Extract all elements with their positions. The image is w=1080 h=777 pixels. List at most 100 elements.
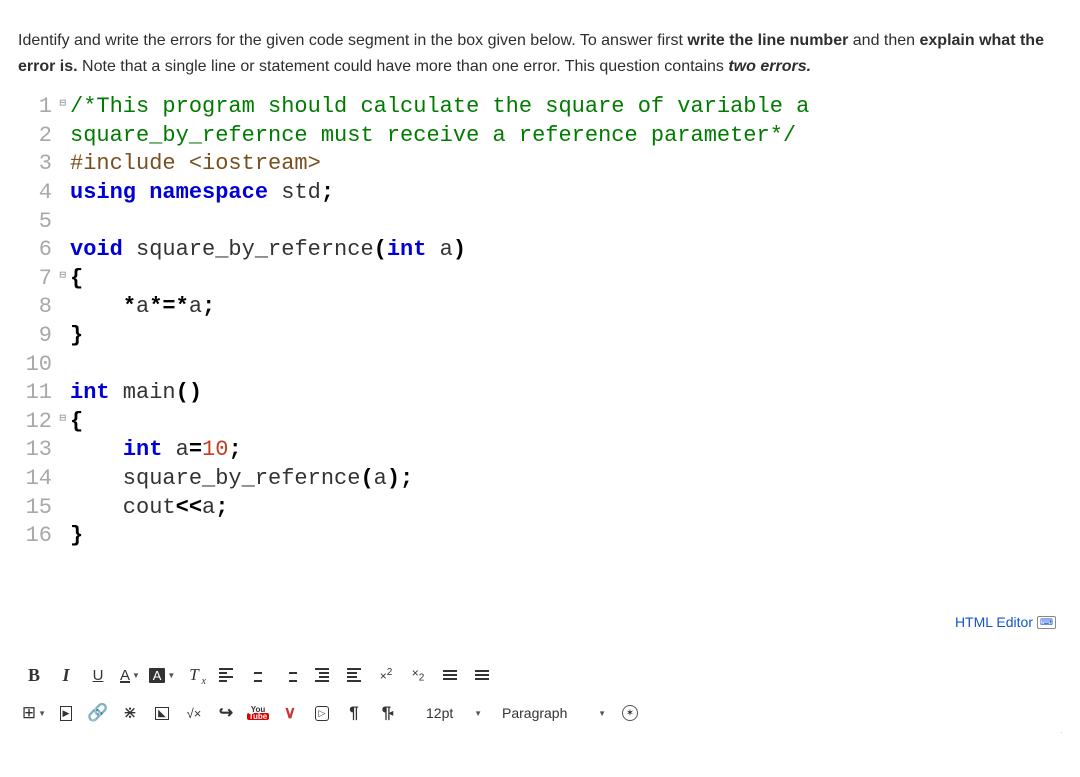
html-editor-link[interactable]: HTML Editor ⌨	[955, 614, 1056, 630]
table-icon: ⊞	[22, 703, 36, 723]
accessibility-icon: ✶	[622, 705, 638, 721]
code-content	[54, 351, 70, 380]
font-size-value: 12pt	[426, 705, 453, 721]
youtube-icon: YouTube	[247, 706, 270, 720]
line-number: 12⊟	[18, 408, 54, 437]
image-button[interactable]: ◣	[148, 700, 176, 726]
html-editor-label: HTML Editor	[955, 614, 1033, 630]
line-number: 1⊟	[18, 93, 54, 122]
code-line: 6void square_by_refernce(int a)	[18, 236, 1062, 265]
q-text-3: Note that a single line or statement cou…	[78, 58, 729, 75]
accessibility-button[interactable]: ✶	[616, 700, 644, 726]
code-line: 14 square_by_refernce(a);	[18, 465, 1062, 494]
redo-arrow-icon: ↪	[219, 703, 233, 723]
align-center-button[interactable]	[244, 662, 272, 688]
chevron-down-icon: ▼	[132, 671, 140, 680]
code-content: square_by_refernce(a);	[54, 465, 413, 494]
code-content: cout<<a;	[54, 494, 228, 523]
code-content: {	[54, 408, 83, 437]
code-line: 3#include <iostream>	[18, 150, 1062, 179]
line-number: 14	[18, 465, 54, 494]
chevron-down-icon: ▼	[598, 709, 606, 718]
link-button[interactable]: 🔗	[84, 700, 112, 726]
question-prompt: Identify and write the errors for the gi…	[18, 28, 1062, 79]
line-number: 2	[18, 122, 54, 151]
code-content: {	[54, 265, 83, 294]
line-number: 6	[18, 236, 54, 265]
italic-button[interactable]: I	[52, 662, 80, 688]
toolbar-row-2: ⊞▼ ▶ 🔗 ⋇ ◣ √× ↪ YouTube ∨ ▷ ¶ ¶◂ 12pt ▼ …	[18, 694, 1062, 732]
code-content: using namespace std;	[54, 179, 334, 208]
code-content: int a=10;	[54, 436, 242, 465]
vee-button[interactable]: ∨	[276, 700, 304, 726]
code-line: 2square_by_refernce must receive a refer…	[18, 122, 1062, 151]
code-line: 16}	[18, 522, 1062, 551]
vee-icon: ∨	[284, 703, 296, 723]
keyboard-icon: ⌨	[1037, 616, 1056, 629]
line-number: 16	[18, 522, 54, 551]
code-line: 11int main()	[18, 379, 1062, 408]
line-number: 3	[18, 150, 54, 179]
line-number: 4	[18, 179, 54, 208]
code-line: 13 int a=10;	[18, 436, 1062, 465]
youtube-button[interactable]: YouTube	[244, 700, 272, 726]
code-block: 1⊟/*This program should calculate the sq…	[18, 93, 1062, 551]
code-content: #include <iostream>	[54, 150, 321, 179]
line-number: 15	[18, 494, 54, 523]
q-text-2: and then	[848, 32, 919, 49]
clear-format-button[interactable]: Tx	[180, 662, 208, 688]
code-line: 5	[18, 208, 1062, 237]
code-content: /*This program should calculate the squa…	[54, 93, 809, 122]
numbered-list-button[interactable]	[468, 662, 496, 688]
unlink-button[interactable]: ⋇	[116, 700, 144, 726]
code-content: void square_by_refernce(int a)	[54, 236, 466, 265]
code-line: 1⊟/*This program should calculate the sq…	[18, 93, 1062, 122]
code-content: int main()	[54, 379, 202, 408]
unlink-icon: ⋇	[123, 703, 137, 723]
paragraph-select[interactable]: Paragraph ▼	[492, 700, 612, 726]
play-box-icon: ▶	[60, 706, 73, 721]
outdent-button[interactable]	[308, 662, 336, 688]
rtl-button[interactable]: ¶◂	[372, 700, 400, 726]
code-line: 9}	[18, 322, 1062, 351]
bold-button[interactable]: B	[20, 662, 48, 688]
text-color-button[interactable]: A▼	[116, 662, 144, 688]
equation-button[interactable]: √×	[180, 700, 208, 726]
underline-button[interactable]: U	[84, 662, 112, 688]
ltr-button[interactable]: ¶	[340, 700, 368, 726]
indent-button[interactable]	[340, 662, 368, 688]
paragraph-value: Paragraph	[502, 705, 567, 721]
play-button[interactable]: ▷	[308, 700, 336, 726]
line-number: 5	[18, 208, 54, 237]
bg-color-button[interactable]: A▼	[148, 662, 176, 688]
align-right-button[interactable]	[276, 662, 304, 688]
chevron-down-icon: ▼	[167, 671, 175, 680]
line-number: 9	[18, 322, 54, 351]
superscript-button[interactable]: ×2	[372, 662, 400, 688]
code-content: }	[54, 322, 83, 351]
toolbar-row-1: B I U A▼ A▼ Tx ×2 ×2	[18, 656, 1062, 694]
bullet-list-button[interactable]	[436, 662, 464, 688]
code-line: 15 cout<<a;	[18, 494, 1062, 523]
code-line: 12⊟{	[18, 408, 1062, 437]
font-size-select[interactable]: 12pt ▼	[416, 700, 488, 726]
link-icon: 🔗	[87, 703, 108, 723]
q-emph-1: two errors.	[728, 58, 811, 75]
line-number: 7⊟	[18, 265, 54, 294]
code-content: *a*=*a;	[54, 293, 215, 322]
code-content: }	[54, 522, 83, 551]
q-bold-1: write the line number	[687, 32, 848, 49]
line-number: 11	[18, 379, 54, 408]
q-text-1: Identify and write the errors for the gi…	[18, 32, 687, 49]
play-circle-icon: ▷	[315, 706, 330, 721]
table-button[interactable]: ⊞▼	[20, 700, 48, 726]
chevron-down-icon: ▼	[38, 709, 46, 718]
chevron-down-icon: ▼	[474, 709, 482, 718]
subscript-button[interactable]: ×2	[404, 662, 432, 688]
line-number: 10	[18, 351, 54, 380]
arrow-button[interactable]: ↪	[212, 700, 240, 726]
align-left-button[interactable]	[212, 662, 240, 688]
editor-toolbar: B I U A▼ A▼ Tx ×2 ×2 ⊞▼ ▶ 🔗 ⋇ ◣ √× ↪ You…	[18, 656, 1062, 733]
media-button[interactable]: ▶	[52, 700, 80, 726]
pilcrow-icon: ¶	[349, 703, 358, 723]
